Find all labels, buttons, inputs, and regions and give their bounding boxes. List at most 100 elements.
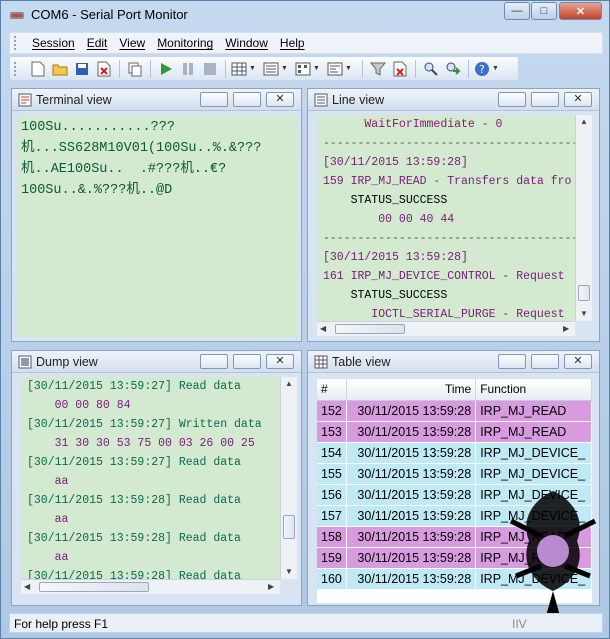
terminal-view-panel: Terminal view ✕ 100Su...........??? 机...… (11, 88, 302, 342)
new-icon[interactable] (28, 59, 48, 79)
table-view-title: Table view (332, 355, 391, 369)
scroll-thumb[interactable] (283, 515, 295, 539)
line-view-line: [30/11/2015 13:59:28] (323, 156, 468, 169)
scroll-thumb[interactable] (578, 285, 590, 301)
dump-restore-button[interactable] (233, 354, 261, 369)
menu-session[interactable]: Session (26, 36, 81, 50)
panel-icon[interactable]: ▼ (327, 59, 357, 79)
line-close-button[interactable]: ✕ (564, 92, 592, 107)
scroll-thumb[interactable] (335, 324, 405, 334)
close-session-icon[interactable] (94, 59, 114, 79)
row-number-cell: 156 (317, 484, 347, 506)
line-view-line: STATUS_SUCCESS (323, 289, 448, 302)
scroll-down-arrow[interactable]: ▼ (285, 567, 293, 576)
line-restore-button[interactable] (531, 92, 559, 107)
row-function-cell: IRP_MJ_DEVICE_ (475, 442, 592, 464)
dump-view-line: 31 30 30 53 75 00 03 26 00 25 (27, 437, 255, 450)
terminal-content[interactable]: 100Su...........??? 机...SS628M10V01(100S… (17, 115, 297, 337)
scroll-up-arrow[interactable]: ▲ (580, 117, 588, 126)
scroll-right-arrow[interactable]: ▶ (268, 582, 274, 591)
terminal-minimize-button[interactable] (200, 92, 228, 107)
table-minimize-button[interactable] (498, 354, 526, 369)
menu-bar: Session Edit View Monitoring Window Help (9, 32, 603, 54)
dump-view-header: Dump view ✕ (12, 351, 301, 373)
row-function-cell: IRP_MJ_READ (475, 400, 592, 422)
dump-view-line: [30/11/2015 13:59:27] Read data (27, 456, 241, 469)
column-header-function[interactable]: Function (475, 379, 592, 401)
view-dropdown-icon[interactable]: ▼ (263, 59, 293, 79)
clear-filter-icon[interactable] (390, 59, 410, 79)
dump-icon (18, 355, 32, 369)
maximize-button[interactable]: □ (531, 2, 557, 20)
filter-icon[interactable] (368, 59, 388, 79)
toolbar-separator (225, 59, 226, 78)
row-number-cell: 157 (317, 505, 347, 527)
scroll-right-arrow[interactable]: ▶ (563, 324, 569, 333)
close-button[interactable]: ✕ (559, 2, 602, 20)
dump-minimize-button[interactable] (200, 354, 228, 369)
app-icon (10, 12, 24, 19)
layout-icon[interactable]: ▼ (231, 59, 261, 79)
dump-vertical-scrollbar[interactable]: ▲ ▼ (280, 377, 297, 579)
table-close-button[interactable]: ✕ (564, 354, 592, 369)
open-icon[interactable] (50, 59, 70, 79)
help-icon[interactable]: ? ▼ (474, 59, 504, 79)
terminal-line: 100Su..&.%???机..@D (21, 183, 173, 198)
row-time-cell: 30/11/2015 13:59:28 (346, 442, 477, 464)
terminal-line: 机..AE100Su.. .#???机..€? (21, 162, 227, 177)
scroll-left-arrow[interactable]: ◀ (320, 324, 326, 333)
scroll-up-arrow[interactable]: ▲ (285, 379, 293, 388)
stop-icon[interactable] (200, 59, 220, 79)
pause-icon[interactable] (178, 59, 198, 79)
line-vertical-scrollbar[interactable]: ▲ ▼ (575, 115, 592, 321)
dump-view-line: 00 00 80 84 (27, 399, 131, 412)
copy-icon[interactable] (125, 59, 145, 79)
line-view-line: STATUS_SUCCESS (323, 194, 448, 207)
goto-icon[interactable] (443, 59, 463, 79)
table-restore-button[interactable] (531, 354, 559, 369)
table-row[interactable]: 153 30/11/2015 13:59:28 IRP_MJ_READ (317, 421, 592, 443)
terminal-view-title: Terminal view (36, 93, 112, 107)
terminal-line: 100Su...........??? (21, 120, 175, 135)
dump-content[interactable]: [30/11/2015 13:59:27] Read data 00 00 80… (21, 377, 280, 579)
scroll-down-arrow[interactable]: ▼ (580, 309, 588, 318)
terminal-line: 机...SS628M10V01(100Su..%.&??? (21, 141, 262, 156)
find-icon[interactable] (421, 59, 441, 79)
line-view-line: 159 IRP_MJ_READ - Transfers data fro (323, 175, 572, 188)
dump-close-button[interactable]: ✕ (266, 354, 294, 369)
start-icon[interactable] (156, 59, 176, 79)
line-view-line: ----------------------------------------… (323, 137, 575, 150)
terminal-close-button[interactable]: ✕ (266, 92, 294, 107)
row-time-cell: 30/11/2015 13:59:28 (346, 526, 477, 548)
terminal-restore-button[interactable] (233, 92, 261, 107)
table-row[interactable]: 152 30/11/2015 13:59:28 IRP_MJ_READ (317, 400, 592, 422)
minimize-button[interactable]: — (504, 2, 530, 20)
menu-monitoring[interactable]: Monitoring (151, 36, 219, 50)
menu-help[interactable]: Help (274, 36, 311, 50)
scroll-left-arrow[interactable]: ◀ (24, 582, 30, 591)
scroll-thumb[interactable] (39, 582, 149, 592)
save-icon[interactable] (72, 59, 92, 79)
row-time-cell: 30/11/2015 13:59:28 (346, 505, 477, 527)
menu-view[interactable]: View (113, 36, 151, 50)
line-content[interactable]: WaitForImmediate - 0 --------------------… (317, 115, 575, 321)
dump-horizontal-scrollbar[interactable]: ◀ ▶ (21, 579, 280, 594)
line-horizontal-scrollbar[interactable]: ◀ ▶ (317, 321, 575, 336)
dump-view-line: [30/11/2015 13:59:28] Read data (27, 570, 241, 579)
dump-view-line: [30/11/2015 13:59:28] Read data (27, 532, 241, 545)
menu-edit[interactable]: Edit (81, 36, 114, 50)
table-row[interactable]: 154 30/11/2015 13:59:28 IRP_MJ_DEVICE_ (317, 442, 592, 464)
column-header-time[interactable]: Time (346, 379, 477, 401)
toolbar-separator (468, 59, 469, 78)
menu-window[interactable]: Window (219, 36, 274, 50)
toolbar-grip (14, 61, 18, 76)
menu-grip (14, 36, 18, 50)
app-window: COM6 - Serial Port Monitor — □ ✕ Session… (0, 0, 610, 639)
row-number-cell: 153 (317, 421, 347, 443)
column-header-number[interactable]: # (317, 379, 347, 401)
columns-icon[interactable]: ▼ (295, 59, 325, 79)
svg-text:?: ? (479, 63, 485, 76)
toolbar: ▼ ▼ ▼ ▼ ? ▼ (9, 56, 519, 81)
line-minimize-button[interactable] (498, 92, 526, 107)
line-view-icon (314, 93, 328, 107)
